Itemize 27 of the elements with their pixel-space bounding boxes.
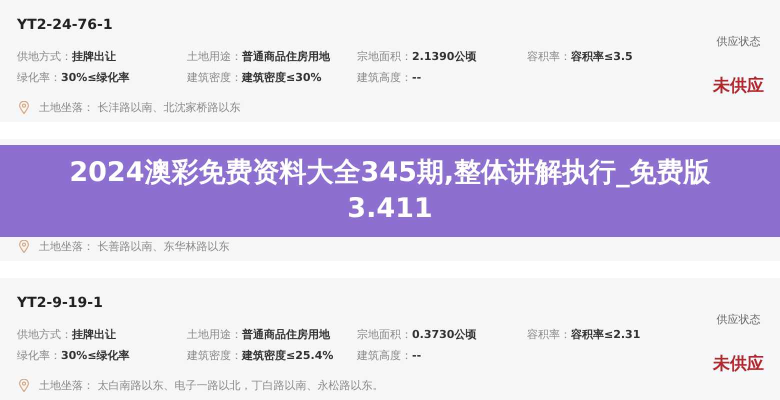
location-pin-icon xyxy=(19,240,29,253)
location-pin-icon xyxy=(19,379,29,392)
supply-status: 未供应 xyxy=(713,353,764,375)
status-label: 供应状态 xyxy=(716,312,760,328)
parcel-attribute: 建筑高度：-- xyxy=(357,348,422,363)
parcel-attribute: 土地用途：普通商品住房用地 xyxy=(187,49,331,64)
parcel-attribute: 宗地面积：2.1390公顷 xyxy=(357,49,478,64)
parcel-attribute: 供地方式：挂牌出让 xyxy=(17,327,117,342)
supply-status: 未供应 xyxy=(713,75,764,97)
parcel-attribute: 建筑密度：建筑密度≤25.4% xyxy=(187,348,334,363)
banner-title: 2024澳彩免费资料大全345期,整体讲解执行_免费版3.411 xyxy=(68,156,712,226)
location-pin-icon xyxy=(19,101,29,114)
parcel-location: 土地坐落： 太白南路以东、电子一路以北，丁白路以南、永松路以东。 xyxy=(39,378,384,393)
parcel-attribute: 绿化率：30%≤绿化率 xyxy=(17,70,131,85)
parcel-location: 土地坐落： 长沣路以南、北沈家桥路以东 xyxy=(39,100,240,115)
parcel-attribute: 供地方式：挂牌出让 xyxy=(17,49,117,64)
parcel-location: 土地坐落： 长善路以南、东华林路以东 xyxy=(39,239,230,254)
status-label: 供应状态 xyxy=(716,34,760,50)
parcel-code: YT2-24-76-1 xyxy=(17,17,114,35)
parcel-code: YT2-9-19-1 xyxy=(17,295,104,313)
parcel-attribute: 土地用途：普通商品住房用地 xyxy=(187,327,331,342)
parcel-attribute: 建筑高度：-- xyxy=(357,70,422,85)
parcel-attribute: 容积率：容积率≤2.31 xyxy=(527,327,642,342)
parcel-attribute: 建筑密度：建筑密度≤30% xyxy=(187,70,323,85)
parcel-attribute: 宗地面积：0.3730公顷 xyxy=(357,327,478,342)
parcel-attribute: 绿化率：30%≤绿化率 xyxy=(17,348,131,363)
parcel-attribute: 容积率：容积率≤3.5 xyxy=(527,49,634,64)
